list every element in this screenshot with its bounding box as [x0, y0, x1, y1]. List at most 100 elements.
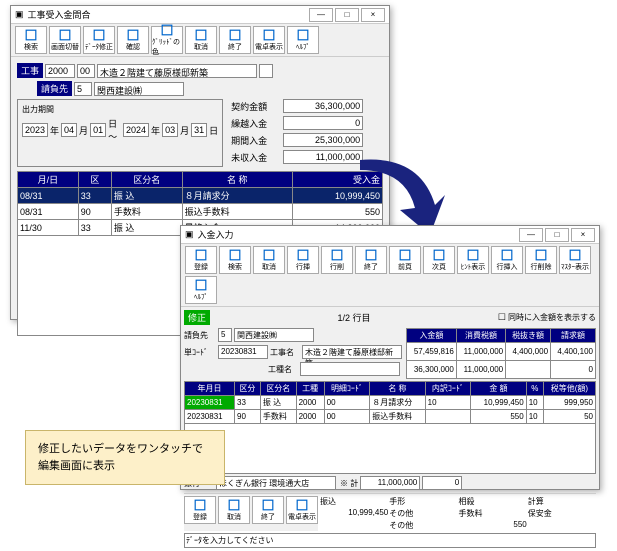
tesuu-val: 550: [459, 520, 527, 531]
from-day[interactable]: 01: [90, 123, 106, 137]
pagenext-icon: [433, 249, 445, 261]
checkbox[interactable]: ☐: [498, 312, 506, 323]
keiyaku-amt: 36,300,000: [283, 99, 363, 113]
calc-icon: [296, 499, 308, 511]
help-icon: [195, 279, 207, 291]
seikyu-name[interactable]: 関西建設㈱: [94, 82, 184, 96]
insrow-icon: [501, 249, 513, 261]
total-label: ※ 計: [340, 478, 358, 489]
insrow-button[interactable]: 行挿入: [491, 246, 523, 274]
help-button[interactable]: ﾍﾙﾌﾟ: [185, 276, 217, 304]
calc-disp-button[interactable]: 電卓表示: [253, 26, 285, 54]
hints-button[interactable]: ﾋﾝﾄ表示: [457, 246, 489, 274]
to-day[interactable]: 31: [191, 123, 207, 137]
seikyu-name[interactable]: 関西建設㈱: [234, 328, 314, 342]
table-row[interactable]: 08/3190手数料振込手数料550: [18, 204, 383, 220]
minimize-button[interactable]: —: [309, 8, 333, 22]
calc-button[interactable]: 電卓表示: [286, 496, 318, 524]
data-edit-icon: [93, 29, 105, 41]
grid-color-button[interactable]: ｸﾞﾘｯﾄﾞの色: [151, 26, 183, 54]
to-year[interactable]: 2024: [123, 123, 149, 137]
minimize-button[interactable]: —: [519, 228, 543, 242]
register-icon: [194, 499, 206, 511]
cancel-button[interactable]: 取消: [185, 26, 217, 54]
pagenext-button[interactable]: 次頁: [423, 246, 455, 274]
cancel-button[interactable]: 取消: [253, 246, 285, 274]
search-icon: [229, 249, 241, 261]
kosyu-name[interactable]: [300, 362, 400, 376]
close-button[interactable]: 終了: [355, 246, 387, 274]
screen-toggle-button[interactable]: 画面切替: [49, 26, 81, 54]
maximize-button[interactable]: □: [545, 228, 569, 242]
col-header: 区: [78, 172, 111, 188]
kurikoshi-amt: 0: [283, 116, 363, 130]
master-icon: [569, 249, 581, 261]
delrow-button[interactable]: 行削除: [525, 246, 557, 274]
minyukin-label: 未収入金: [231, 151, 281, 164]
register-icon: [195, 249, 207, 261]
period-label: 出力期間: [22, 104, 218, 115]
close-button[interactable]: ×: [571, 228, 595, 242]
sonota2-label: その他: [389, 520, 457, 531]
grid-color-icon: [161, 24, 173, 36]
callout-line2: 編集画面に表示: [38, 458, 212, 475]
page-indicator: 1/2 行目: [212, 311, 496, 324]
app-icon: ▣: [15, 9, 24, 20]
col-header: 区分名: [111, 172, 182, 188]
confirm-icon: [127, 29, 139, 41]
from-month[interactable]: 04: [61, 123, 77, 137]
table-row[interactable]: 08/3133振 込８月請求分10,999,450: [18, 188, 383, 204]
koji-label: 工事: [17, 63, 43, 78]
denpyo-code[interactable]: 20230831: [218, 345, 268, 359]
callout-line1: 修正したいデータをワンタッチで: [38, 441, 212, 458]
table-row[interactable]: 2023083133振 込200000８月請求分1010,999,4501099…: [185, 396, 596, 410]
close-icon: [229, 29, 241, 41]
kikan-amt: 25,300,000: [283, 133, 363, 147]
rowdel-button[interactable]: 行削: [321, 246, 353, 274]
search-button[interactable]: 検索: [15, 26, 47, 54]
total-amt2: 0: [422, 476, 462, 490]
koji-name[interactable]: 木造２階建て藤原様邸新築: [302, 345, 402, 359]
kikan-label: 期間入金: [231, 134, 281, 147]
tesuu-label: 手数料: [459, 508, 527, 519]
search-button[interactable]: 検索: [219, 246, 251, 274]
seikyu-code[interactable]: 5: [74, 82, 92, 96]
maximize-button[interactable]: □: [335, 8, 359, 22]
bank-name[interactable]: ほくぎん銀行 環境通大店: [216, 476, 336, 490]
master-button[interactable]: ﾏｽﾀｰ表示: [559, 246, 591, 274]
pageprev-icon: [399, 249, 411, 261]
table-row[interactable]: 2023083190手数料200000振込手数料5501050: [185, 410, 596, 424]
sousai-label: 相殺: [459, 496, 527, 507]
seikyu-label: 請負先: [184, 330, 216, 341]
register-button[interactable]: 登録: [185, 246, 217, 274]
close-button[interactable]: ×: [361, 8, 385, 22]
cancel-button[interactable]: 取消: [218, 496, 250, 524]
tegata-label: 手形: [389, 496, 457, 507]
help-button[interactable]: ﾍﾙﾌﾟ: [287, 26, 319, 54]
calc-disp-icon: [263, 29, 275, 41]
close-button[interactable]: 終了: [219, 26, 251, 54]
seikyu-code[interactable]: 5: [218, 328, 232, 342]
close-button[interactable]: 終了: [252, 496, 284, 524]
keiyaku-label: 契約金額: [231, 100, 281, 113]
confirm-button[interactable]: 確認: [117, 26, 149, 54]
col-header: 名 称: [182, 172, 292, 188]
register-button[interactable]: 登録: [184, 496, 216, 524]
koji-sub[interactable]: 00: [77, 64, 95, 78]
koji-flag[interactable]: [259, 64, 273, 78]
window-title: 入金入力: [198, 228, 234, 241]
help-icon: [297, 29, 309, 41]
from-year[interactable]: 2023: [22, 123, 48, 137]
hints-icon: [467, 249, 479, 261]
rowdel-icon: [331, 249, 343, 261]
screen-toggle-icon: [59, 29, 71, 41]
koji-name[interactable]: 木造２階建て藤原様邸新築: [97, 64, 257, 78]
pageprev-button[interactable]: 前頁: [389, 246, 421, 274]
rowins-button[interactable]: 行挿: [287, 246, 319, 274]
furikomi-val: 10,999,450: [320, 508, 388, 519]
data-edit-button[interactable]: ﾃﾞｰﾀ修正: [83, 26, 115, 54]
koji-label2: 工種名: [268, 364, 298, 375]
checkbox-label: 同時に入金額を表示する: [508, 312, 596, 323]
to-month[interactable]: 03: [162, 123, 178, 137]
koji-code[interactable]: 2000: [45, 64, 75, 78]
